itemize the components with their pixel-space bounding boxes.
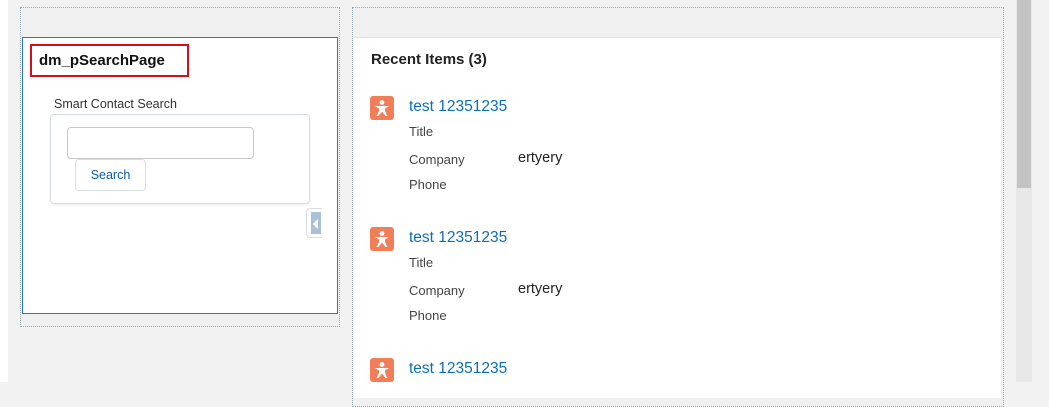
chevron-left-icon: [313, 219, 318, 229]
field-label-title: Title: [409, 124, 434, 139]
contact-icon: [370, 227, 394, 251]
scrollbar-thumb[interactable]: [1017, 0, 1031, 188]
field-value-company: ertyery: [518, 150, 563, 166]
recent-item-link[interactable]: test 12351235: [409, 98, 507, 116]
search-button[interactable]: Search: [75, 159, 146, 191]
collapse-panel-handle[interactable]: [306, 208, 322, 238]
search-label: Smart Contact Search: [54, 97, 177, 111]
recent-item-link[interactable]: test 12351235: [409, 360, 507, 378]
page-left-margin: [0, 0, 8, 382]
recent-items-card: [354, 37, 1001, 398]
field-label-phone: Phone: [409, 308, 447, 323]
field-label-company: Company: [409, 283, 465, 298]
search-input[interactable]: [67, 127, 254, 159]
field-label-title: Title: [409, 255, 434, 270]
field-value-company: ertyery: [518, 281, 563, 297]
field-label-phone: Phone: [409, 177, 447, 192]
recent-item-link[interactable]: test 12351235: [409, 229, 507, 247]
contact-icon: [370, 96, 394, 120]
contact-icon: [370, 358, 394, 382]
page-title: dm_pSearchPage: [30, 44, 189, 77]
field-label-company: Company: [409, 152, 465, 167]
recent-items-title: Recent Items (3): [371, 51, 487, 68]
